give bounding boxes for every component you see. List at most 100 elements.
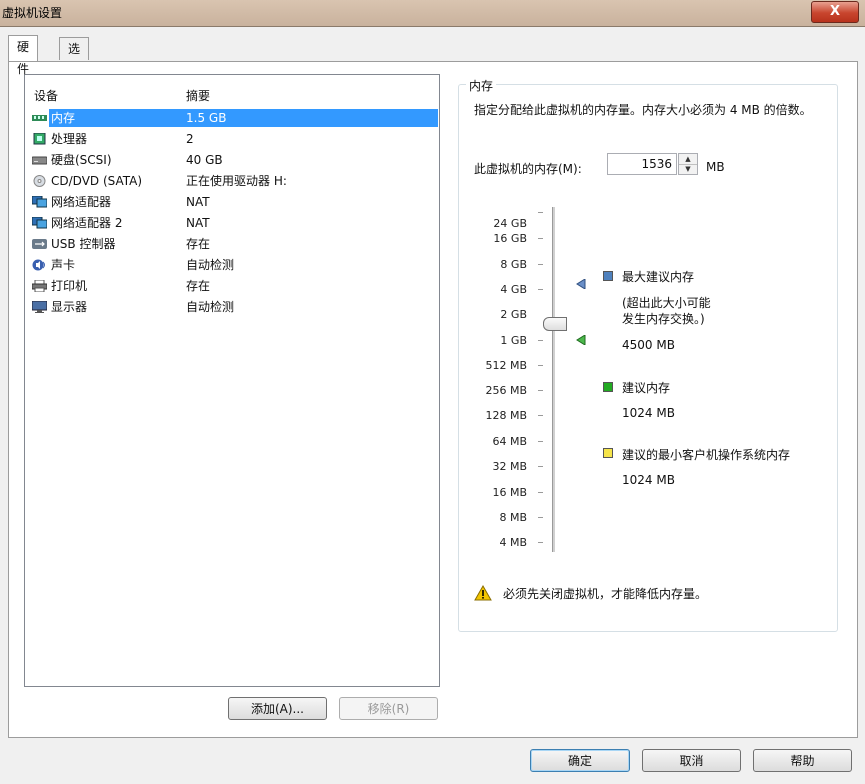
recommended-marker-icon [576,335,586,345]
device-name: 硬盘(SCSI) [51,153,112,167]
column-header-device[interactable]: 设备 [34,87,58,104]
scale-tick [538,441,543,442]
device-row-network-adapter[interactable]: 网络适配器 NAT [25,192,439,212]
warning-icon [474,585,492,601]
scale-label: 256 MB [485,384,527,397]
scale-tick [538,542,543,543]
recommended-value: 1024 MB [622,406,675,420]
scale-label: 4 GB [500,283,527,296]
usb-icon [32,239,47,249]
device-summary: 自动检测 [186,258,235,272]
scale-tick [538,238,543,239]
device-name: CD/DVD (SATA) [51,174,143,188]
device-row-memory[interactable]: 内存 1.5 GB [25,108,439,128]
max-recommended-value: 4500 MB [622,338,675,352]
device-summary: NAT [186,216,210,230]
scale-tick [538,289,543,290]
spinner-down-icon[interactable]: ▼ [679,164,697,174]
cancel-button[interactable]: 取消 [642,749,741,772]
scale-label: 512 MB [485,359,527,372]
memory-group-title: 内存 [466,77,497,94]
window-title: 虚拟机设置 [2,6,63,20]
device-row-sound-card[interactable]: 声卡 自动检测 [25,255,439,275]
list-header: 设备 摘要 [25,85,439,103]
scale-label: 64 MB [492,435,527,448]
scale-tick [538,517,543,518]
device-name: 处理器 [51,132,88,146]
scale-label: 4 MB [499,536,527,549]
memory-input[interactable]: 1536 [607,153,677,175]
scale-label: 8 GB [500,258,527,271]
ok-button[interactable]: 确定 [530,749,630,772]
max-recommended-note-1: (超出此大小可能 [622,296,711,310]
scale-label: 1 GB [500,334,527,347]
scale-label: 128 MB [485,409,527,422]
device-row-usb[interactable]: USB 控制器 存在 [25,234,439,254]
device-row-processor[interactable]: 处理器 2 [25,129,439,149]
scale-label: 16 GB [493,232,527,245]
memory-spinner[interactable]: ▲ ▼ [678,153,698,175]
device-row-cd-dvd[interactable]: CD/DVD (SATA) 正在使用驱动器 H: [25,171,439,191]
scale-tick [538,415,543,416]
device-name: 打印机 [51,279,88,293]
memory-unit: MB [706,160,725,174]
memory-slider-track[interactable] [552,207,555,552]
sound-card-icon [32,259,45,271]
add-button[interactable]: 添加(A)... [228,697,327,720]
scale-tick [538,492,543,493]
scale-tick [538,365,543,366]
device-summary: 自动检测 [186,300,235,314]
device-summary: 存在 [186,279,211,293]
device-summary: 存在 [186,237,211,251]
device-summary: NAT [186,195,210,209]
scale-label: 16 MB [492,486,527,499]
memory-description: 指定分配给此虚拟机的内存量。内存大小必须为 4 MB 的倍数。 [474,103,812,117]
device-name: 内存 [51,111,76,125]
device-name: 显示器 [51,300,88,314]
device-name: USB 控制器 [51,237,116,251]
scale-label: 24 GB [493,217,527,230]
device-name: 网络适配器 [51,195,112,209]
max-recommended-legend-icon [603,271,613,281]
scale-tick [538,466,543,467]
processor-icon [33,133,46,145]
scale-label: 8 MB [499,511,527,524]
close-button[interactable]: X [811,1,859,23]
help-button[interactable]: 帮助 [753,749,852,772]
warning-text: 必须先关闭虚拟机，才能降低内存量。 [503,587,708,601]
tab-options[interactable]: 选项 [59,37,90,78]
scale-tick [538,212,543,213]
recommended-legend-icon [603,382,613,392]
minimum-legend-icon [603,448,613,458]
remove-button[interactable]: 移除(R) [339,697,438,720]
device-summary: 正在使用驱动器 H: [186,174,287,188]
scale-tick [538,264,543,265]
scale-label: 2 GB [500,308,527,321]
network-adapter-icon [32,217,47,229]
device-row-display[interactable]: 显示器 自动检测 [25,297,439,317]
tab-hardware[interactable]: 硬件 [8,35,39,76]
device-summary: 2 [186,132,194,146]
memory-slider-thumb[interactable] [543,317,567,331]
device-row-hard-disk[interactable]: 硬盘(SCSI) 40 GB [25,150,439,170]
printer-icon [32,280,47,292]
max-recommended-note-2: 发生内存交换。) [622,312,705,326]
hard-disk-icon [32,156,47,165]
scale-tick [538,390,543,391]
device-summary: 40 GB [186,153,223,167]
device-list[interactable]: 设备 摘要 内存 1.5 GB 处理器 2 硬盘(SCSI) 40 GB CD/… [24,74,440,687]
minimum-value: 1024 MB [622,473,675,487]
device-name: 声卡 [51,258,76,272]
memory-label: 此虚拟机的内存(M): [474,162,582,176]
title-bar: 虚拟机设置 X [0,0,865,27]
selection-highlight [49,109,438,127]
display-icon [32,301,47,313]
cd-dvd-icon [33,175,46,187]
device-summary: 1.5 GB [186,111,227,125]
column-header-summary[interactable]: 摘要 [186,87,210,104]
device-row-network-adapter-2[interactable]: 网络适配器 2 NAT [25,213,439,233]
device-row-printer[interactable]: 打印机 存在 [25,276,439,296]
scale-tick [538,340,543,341]
max-recommended-marker-icon [576,279,586,289]
memory-icon [32,115,47,121]
